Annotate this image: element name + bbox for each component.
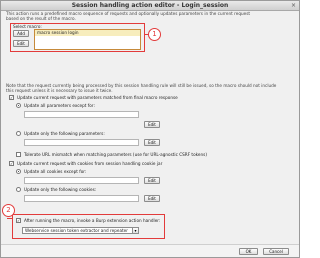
dialog-footer: OK Cancel <box>1 244 299 257</box>
macro-list[interactable]: macro session login <box>34 29 141 50</box>
macro-add-button[interactable]: Add <box>13 30 29 37</box>
session-action-editor-dialog: Session handling action editor - Login_s… <box>0 0 300 258</box>
ok-button[interactable]: OK <box>239 248 258 255</box>
params-all-except-field[interactable] <box>24 111 139 118</box>
cookies-only-following-label: Update only the following cookies: <box>24 187 97 192</box>
extension-handler-select[interactable]: Webservice session token extractor and r… <box>22 227 139 234</box>
note-text-line2: this request unless it is necessary to i… <box>6 88 113 93</box>
cookies-only-following-edit-button[interactable]: Edit <box>144 195 160 202</box>
tolerate-url-checkbox[interactable] <box>16 152 21 157</box>
params-all-except-radio[interactable] <box>16 103 21 108</box>
invoke-extension-label: After running the macro, invoke a Burp e… <box>24 218 161 223</box>
cookies-all-except-edit-button[interactable]: Edit <box>144 177 160 184</box>
params-only-following-edit-button[interactable]: Edit <box>144 139 160 146</box>
macro-list-item[interactable]: macro session login <box>35 30 140 36</box>
update-params-label: Update current request with parameters m… <box>17 95 178 100</box>
title-bar: Session handling action editor - Login_s… <box>1 1 299 11</box>
cookies-all-except-radio[interactable] <box>16 169 21 174</box>
params-only-following-label: Update only the following parameters: <box>24 131 105 136</box>
macro-list-item-label: macro session login <box>37 30 79 35</box>
update-cookies-checkbox[interactable]: ✓ <box>9 161 14 166</box>
tolerate-url-label: Tolerate URL mismatch when matching para… <box>24 152 207 157</box>
macro-edit-button[interactable]: Edit <box>13 40 29 47</box>
cookies-only-following-radio[interactable] <box>16 187 21 192</box>
cookies-all-except-field[interactable] <box>24 177 139 184</box>
intro-text-line2: based on the result of the macro. <box>6 16 76 21</box>
params-only-following-radio[interactable] <box>16 131 21 136</box>
chevron-down-icon[interactable]: ▾ <box>132 228 138 233</box>
params-all-except-edit-button[interactable]: Edit <box>144 121 160 128</box>
update-params-checkbox[interactable]: ✓ <box>9 95 14 100</box>
cancel-button[interactable]: Cancel <box>263 248 289 255</box>
close-icon[interactable]: × <box>291 2 296 9</box>
update-cookies-label: Update current request with cookies from… <box>17 161 163 166</box>
params-only-following-field[interactable] <box>24 139 139 146</box>
params-all-except-label: Update all parameters except for: <box>24 103 95 108</box>
cookies-all-except-label: Update all cookies except for: <box>24 169 87 174</box>
callout-badge-1: 1 <box>148 28 161 41</box>
callout-connector-2 <box>7 218 12 219</box>
callout-badge-2: 2 <box>2 204 15 217</box>
invoke-extension-checkbox[interactable]: ✓ <box>16 218 21 223</box>
window-title: Session handling action editor - Login_s… <box>71 2 229 9</box>
extension-handler-value: Webservice session token extractor and r… <box>25 228 128 233</box>
cookies-only-following-field[interactable] <box>24 195 139 202</box>
